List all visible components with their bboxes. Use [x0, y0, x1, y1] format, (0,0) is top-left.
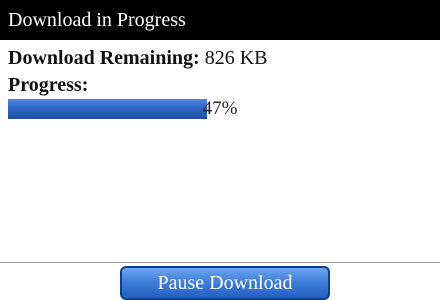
pause-download-button[interactable]: Pause Download — [120, 266, 330, 300]
download-remaining-value: 826 KB — [204, 47, 268, 69]
download-remaining-label: Download Remaining: — [8, 47, 200, 69]
dialog-title: Download in Progress — [0, 0, 440, 40]
progress-percent-text: 47% — [202, 98, 238, 119]
footer-divider — [0, 262, 440, 263]
download-remaining-row: Download Remaining: 826 KB — [8, 44, 268, 72]
progress-bar: 47% — [8, 99, 432, 119]
progress-label: Progress: — [8, 74, 89, 96]
